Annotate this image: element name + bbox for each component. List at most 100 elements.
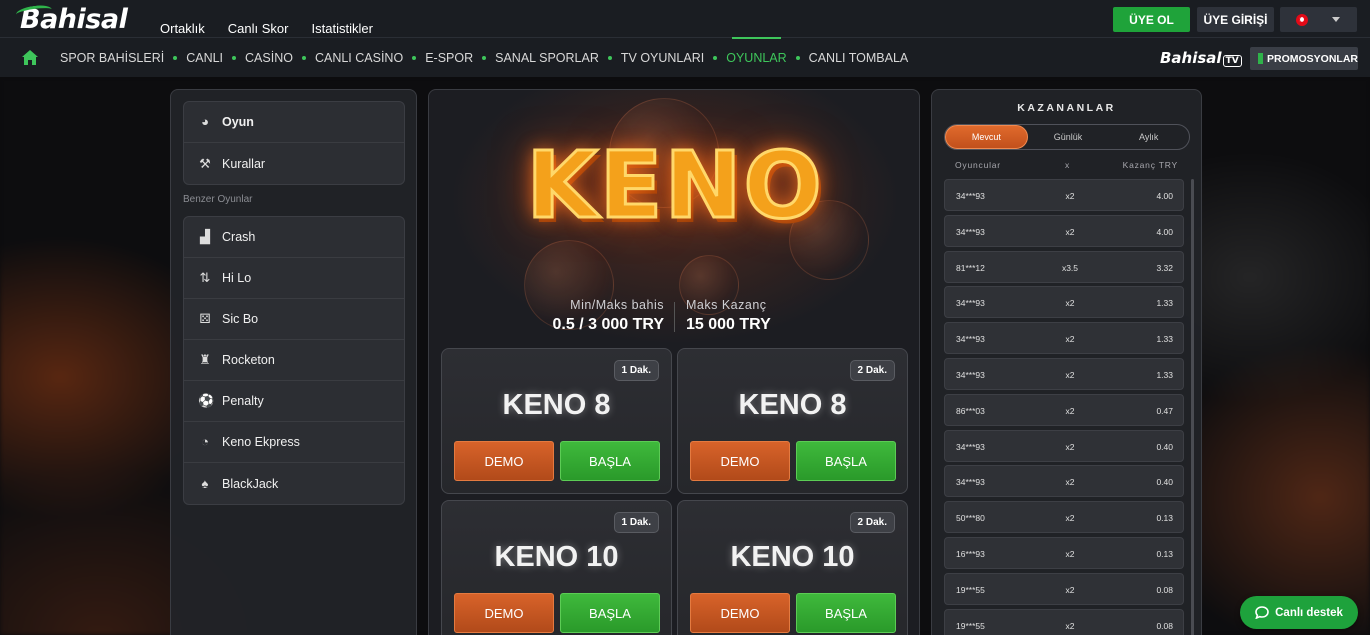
winner-user: 34***93 (956, 298, 985, 309)
main-nav: SPOR BAHİSLERİ CANLI CASİNO CANLI CASİNO E-S… (60, 37, 909, 65)
updown-icon: ⇅ (199, 270, 211, 285)
winner-multiplier: x2 (1065, 298, 1075, 309)
winners-scrollbar[interactable] (1191, 179, 1194, 635)
card-title: KENO 8 (738, 389, 847, 421)
menu-item-kurallar[interactable]: ⚒ Kurallar (184, 143, 404, 184)
winner-user: 19***55 (956, 620, 985, 631)
nav-separator (607, 56, 612, 60)
tab-mevcut[interactable]: Mevcut (945, 125, 1028, 149)
top-bar: Bahisal Ortaklık Canlı Skor Istatistikle… (0, 0, 1370, 38)
menu-item-oyun[interactable]: ◕ Oyun (184, 102, 404, 143)
winner-amount: 0.13 (1156, 548, 1173, 559)
similar-game-rocketon[interactable]: ♜ Rocketon (184, 340, 404, 381)
winner-amount: 0.13 (1156, 513, 1173, 524)
winner-user: 50***80 (956, 513, 985, 524)
nav-separator (173, 56, 178, 60)
home-icon[interactable] (22, 50, 38, 65)
winners-panel: KAZANANLAR Mevcut Günlük Aylık Oyuncular… (931, 89, 1202, 635)
similar-games-list: ▟ Crash ⇅ Hi Lo ⚄ Sic Bo ♜ Rocketon ⚽ Pe… (183, 216, 405, 505)
divider (674, 302, 675, 332)
language-select[interactable] (1280, 7, 1357, 32)
similar-game-crash[interactable]: ▟ Crash (184, 217, 404, 258)
start-button[interactable]: BAŞLA (796, 593, 896, 633)
winner-multiplier: x2 (1065, 405, 1075, 416)
duration-badge: 1 Dak. (613, 512, 659, 533)
winner-row: 50***80 x2 0.13 (944, 501, 1184, 534)
winner-multiplier: x2 (1065, 369, 1075, 380)
card-title: KENO 10 (494, 541, 619, 573)
tab-gunluk[interactable]: Günlük (1028, 125, 1109, 149)
winner-row: 19***55 x2 0.08 (944, 608, 1184, 635)
tab-aylik[interactable]: Aylık (1108, 125, 1189, 149)
start-button[interactable]: BAŞLA (796, 441, 896, 481)
cards-icon: ♠ (201, 475, 209, 491)
winner-multiplier: x2 (1065, 584, 1075, 595)
winner-amount: 4.00 (1156, 191, 1173, 201)
card-title: KENO 8 (502, 389, 611, 421)
nav-separator (301, 56, 306, 60)
winner-multiplier: x2 (1065, 513, 1075, 524)
demo-button[interactable]: DEMO (690, 441, 790, 481)
nav-item-canli-tombala[interactable]: CANLI TOMBALA (809, 51, 909, 65)
nav-item-spor-bahi̇sleri̇[interactable]: SPOR BAHİSLERİ (60, 51, 164, 65)
demo-button[interactable]: DEMO (454, 593, 554, 633)
rocket-icon: ♜ (199, 352, 211, 367)
demo-button[interactable]: DEMO (690, 593, 790, 633)
winner-multiplier: x2 (1065, 477, 1075, 488)
winner-row: 86***03 x2 0.47 (944, 393, 1184, 426)
game-title: KENO (525, 131, 824, 241)
similar-game-sic-bo[interactable]: ⚄ Sic Bo (184, 299, 404, 340)
top-nav: Ortaklık Canlı Skor Istatistikler (160, 21, 373, 36)
winners-list: 34***93 x2 4.00 34***93 x2 4.00 81***12 x3.5 3.3… (944, 179, 1184, 635)
similar-game-hi-lo[interactable]: ⇅ Hi Lo (184, 258, 404, 299)
promotions-button[interactable]: PROMOSYONLAR (1250, 47, 1358, 70)
winner-multiplier: x2 (1065, 441, 1075, 452)
winner-row: 34***93 x2 1.33 (944, 357, 1184, 390)
winner-amount: 4.00 (1156, 226, 1173, 237)
top-nav-istatistikler[interactable]: Istatistikler (312, 21, 373, 36)
nav-item-oyunlar[interactable]: OYUNLAR (726, 37, 787, 65)
nav-separator (412, 56, 417, 60)
winner-amount: 3.32 (1156, 262, 1173, 273)
winner-amount: 1.33 (1156, 369, 1173, 380)
nav-item-tv-oyunlari[interactable]: TV OYUNLARI (621, 51, 704, 65)
top-nav-ortaklik[interactable]: Ortaklık (160, 21, 205, 36)
nav-separator (713, 56, 718, 60)
winner-multiplier: x2 (1065, 548, 1075, 559)
nav-item-sanal-sporlar[interactable]: SANAL SPORLAR (495, 51, 599, 65)
winner-multiplier: x2 (1065, 226, 1075, 237)
similar-game-penalty[interactable]: ⚽ Penalty (184, 381, 404, 422)
login-button[interactable]: ÜYE GİRİŞİ (1197, 7, 1274, 32)
winner-amount: 0.08 (1156, 620, 1173, 631)
start-button[interactable]: BAŞLA (560, 593, 660, 633)
nav-separator (232, 56, 237, 60)
col-multiplier: x (1065, 160, 1071, 170)
game-card-keno8-1min: 1 Dak. KENO 8 DEMO BAŞLA (441, 348, 672, 494)
winners-tabs: Mevcut Günlük Aylık (944, 124, 1190, 150)
live-support-button[interactable]: Canlı destek (1240, 596, 1358, 629)
demo-button[interactable]: DEMO (454, 441, 554, 481)
top-nav-canli-skor[interactable]: Canlı Skor (228, 21, 289, 36)
bahisal-tv-logo[interactable]: Bahisal TV (1160, 49, 1242, 67)
game-card-keno10-2min: 2 Dak. KENO 10 DEMO BAŞLA (677, 500, 908, 635)
card-title: KENO 10 (730, 541, 855, 573)
nav-item-canli-casi̇no[interactable]: CANLI CASİNO (315, 51, 403, 65)
winner-user: 19***55 (956, 584, 985, 595)
similar-game-keno-ekpress[interactable]: ◔ Keno Ekpress (184, 422, 404, 463)
start-button[interactable]: BAŞLA (560, 441, 660, 481)
duration-badge: 2 Dak. (849, 360, 895, 381)
winner-user: 34***93 (956, 441, 985, 452)
nav-item-e-spor[interactable]: E-SPOR (425, 51, 473, 65)
nav-item-casi̇no[interactable]: CASİNO (245, 51, 293, 65)
site-logo[interactable]: Bahisal (15, 3, 128, 35)
register-button[interactable]: ÜYE OL (1113, 7, 1190, 32)
winner-row: 34***93 x2 0.40 (944, 429, 1184, 462)
similar-game-blackjack[interactable]: ♠ BlackJack (184, 463, 404, 504)
winner-multiplier: x2 (1065, 334, 1075, 345)
keno-icon: ◔ (201, 434, 209, 449)
winner-user: 34***93 (956, 334, 985, 345)
nav-item-canli[interactable]: CANLI (186, 51, 223, 65)
game-icon: ◕ (201, 114, 209, 129)
chat-icon (1255, 606, 1269, 619)
winner-user: 81***12 (956, 262, 985, 273)
